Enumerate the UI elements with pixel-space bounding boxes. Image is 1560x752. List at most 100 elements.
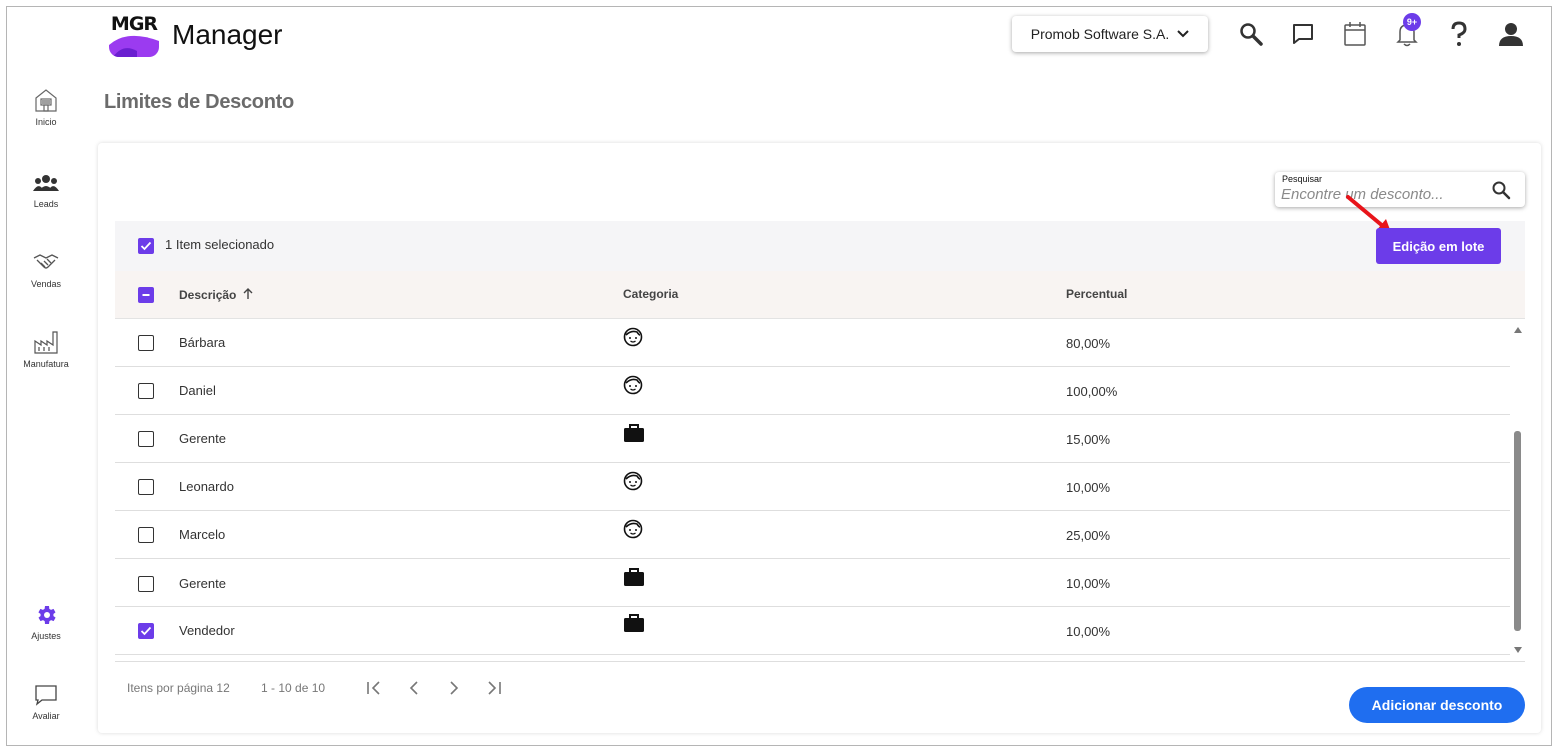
chat-icon xyxy=(1293,24,1313,44)
table-row[interactable]: Daniel 100,00% xyxy=(115,367,1510,415)
selection-bar: 1 Item selecionado xyxy=(115,221,1525,271)
scroll-up-icon[interactable] xyxy=(1513,326,1523,334)
row-checkbox[interactable] xyxy=(138,383,154,399)
sidebar-item-ajustes[interactable]: Ajustes xyxy=(7,603,85,641)
home-icon xyxy=(35,89,57,112)
row-percentual: 15,00% xyxy=(1066,432,1111,447)
row-percentual: 10,00% xyxy=(1066,624,1111,639)
app-name: Manager xyxy=(172,19,283,50)
sidebar-item-label: Ajustes xyxy=(31,631,61,641)
header-chat-button[interactable] xyxy=(1288,19,1318,49)
calendar-icon xyxy=(1344,22,1366,46)
sidebar-item-label: Leads xyxy=(33,199,59,209)
table-row[interactable]: Gerente 15,00% xyxy=(115,415,1510,463)
discount-card: Pesquisar 1 Item selecionado Edição em l… xyxy=(98,143,1541,733)
person-icon xyxy=(623,471,643,491)
chevron-down-icon xyxy=(1177,30,1189,38)
sidebar-item-inicio[interactable]: Inicio xyxy=(7,87,85,127)
help-icon xyxy=(1451,21,1467,46)
check-icon xyxy=(140,626,152,636)
add-discount-button[interactable]: Adicionar desconto xyxy=(1349,687,1525,723)
sidebar-item-label: Inicio xyxy=(35,117,57,127)
row-descricao: Gerente xyxy=(179,431,226,446)
header-user-button[interactable] xyxy=(1496,19,1526,49)
first-page-icon xyxy=(367,681,380,695)
person-icon xyxy=(623,519,643,539)
app-logo[interactable]: MGR xyxy=(109,7,159,57)
table-bottom-divider xyxy=(115,661,1525,662)
header-search-button[interactable] xyxy=(1236,19,1266,49)
column-label: Descrição xyxy=(179,288,237,302)
search-label: Pesquisar xyxy=(1282,174,1323,184)
page-title: Limites de Desconto xyxy=(104,91,294,113)
table-row[interactable]: Gerente 10,00% xyxy=(115,559,1510,607)
minus-icon xyxy=(142,294,150,296)
first-page-button[interactable] xyxy=(362,677,386,699)
selection-checkbox[interactable] xyxy=(138,238,154,254)
person-icon xyxy=(623,375,643,395)
search-icon xyxy=(1240,23,1263,46)
select-all-checkbox[interactable] xyxy=(138,287,154,303)
sidebar-item-manufatura[interactable]: Manufatura xyxy=(7,329,85,369)
user-icon xyxy=(1499,23,1523,46)
row-descricao: Bárbara xyxy=(179,335,226,350)
header-help-button[interactable] xyxy=(1444,19,1474,49)
row-percentual: 10,00% xyxy=(1066,480,1111,495)
table-row[interactable]: Marcelo 25,00% xyxy=(115,511,1510,559)
notification-badge: 9+ xyxy=(1403,13,1421,31)
row-checkbox[interactable] xyxy=(138,431,154,447)
table-row[interactable]: Leonardo 10,00% xyxy=(115,463,1510,511)
row-percentual: 25,00% xyxy=(1066,528,1111,543)
sidebar-item-avaliar[interactable]: Avaliar xyxy=(7,683,85,721)
batch-edit-button[interactable]: Edição em lote xyxy=(1376,228,1501,264)
chevron-right-icon xyxy=(450,681,459,695)
row-descricao: Daniel xyxy=(179,383,216,398)
row-descricao: Marcelo xyxy=(179,527,226,542)
row-descricao: Leonardo xyxy=(179,479,234,494)
row-checkbox[interactable] xyxy=(138,527,154,543)
column-header-categoria[interactable]: Categoria xyxy=(623,287,678,301)
table-header: Descrição Categoria Percentual xyxy=(115,271,1525,319)
scroll-down-icon[interactable] xyxy=(1513,646,1523,654)
briefcase-icon xyxy=(624,614,644,632)
next-page-button[interactable] xyxy=(442,677,466,699)
company-name: Promob Software S.A. xyxy=(1030,26,1170,42)
factory-icon xyxy=(34,331,58,354)
column-header-descricao[interactable]: Descrição xyxy=(179,287,254,302)
row-percentual: 80,00% xyxy=(1066,336,1111,351)
feedback-icon xyxy=(35,685,57,706)
table-row[interactable]: Vendedor 10,00% xyxy=(115,607,1510,655)
handshake-icon xyxy=(33,254,59,269)
last-page-icon xyxy=(488,681,501,695)
sidebar-item-vendas[interactable]: Vendas xyxy=(7,249,85,289)
people-icon xyxy=(33,175,59,191)
row-descricao: Vendedor xyxy=(179,623,235,638)
gear-icon xyxy=(38,606,56,624)
items-per-page[interactable]: Itens por página 12 xyxy=(127,681,230,695)
selection-count: 1 Item selecionado xyxy=(165,237,275,252)
company-selector[interactable]: Promob Software S.A. xyxy=(1012,16,1208,52)
row-descricao: Gerente xyxy=(179,576,226,591)
sort-arrow-up-icon xyxy=(243,288,253,299)
last-page-button[interactable] xyxy=(482,677,506,699)
table-row[interactable]: Bárbara 80,00% xyxy=(115,319,1510,367)
sidebar-item-label: Vendas xyxy=(30,279,62,289)
row-checkbox[interactable] xyxy=(138,576,154,592)
sidebar-item-leads[interactable]: Leads xyxy=(7,173,85,209)
search-icon[interactable] xyxy=(1491,180,1511,200)
chevron-left-icon xyxy=(409,681,418,695)
logo-shape xyxy=(109,35,159,57)
row-checkbox[interactable] xyxy=(138,479,154,495)
row-checkbox[interactable] xyxy=(138,623,154,639)
row-checkbox[interactable] xyxy=(138,335,154,351)
header-calendar-button[interactable] xyxy=(1340,19,1370,49)
scrollbar-thumb[interactable] xyxy=(1514,431,1521,631)
page-range: 1 - 10 de 10 xyxy=(261,681,326,695)
app-window: Inicio Leads Vendas Manufatura Ajustes A… xyxy=(6,6,1552,746)
row-percentual: 100,00% xyxy=(1066,384,1118,399)
column-header-percentual[interactable]: Percentual xyxy=(1066,287,1127,301)
briefcase-icon xyxy=(624,424,644,442)
check-icon xyxy=(140,241,152,251)
prev-page-button[interactable] xyxy=(402,677,426,699)
briefcase-icon xyxy=(624,568,644,586)
